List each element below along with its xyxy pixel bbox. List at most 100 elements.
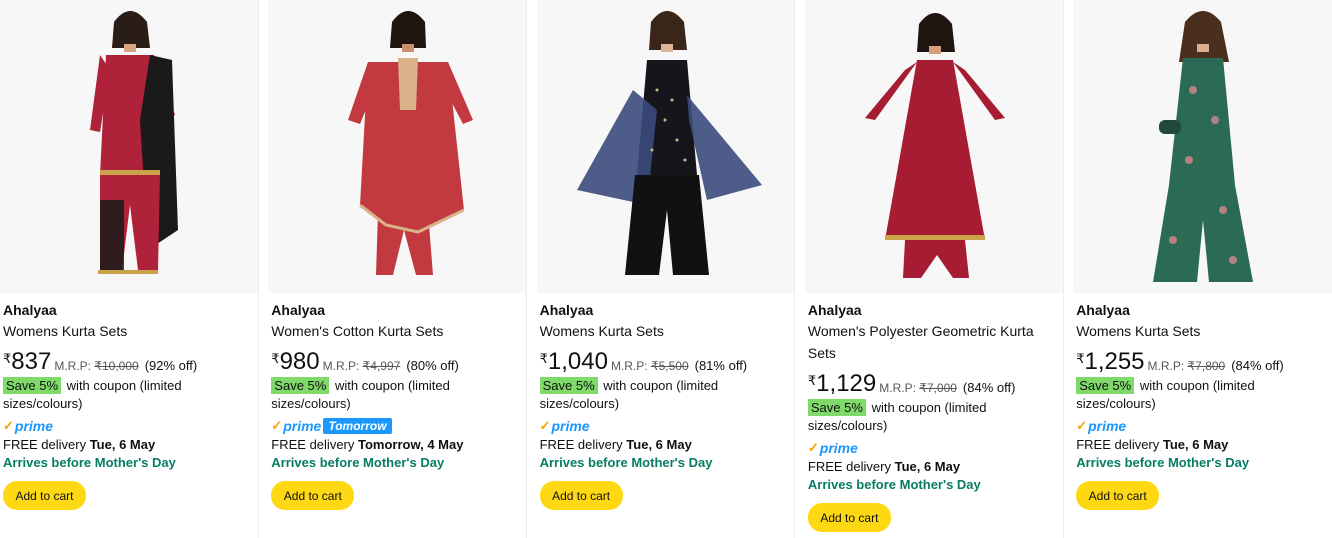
delivery-date: Tue, 6 May bbox=[1162, 437, 1229, 452]
add-to-cart-button[interactable]: Add to cart bbox=[1076, 481, 1160, 510]
product-image[interactable] bbox=[536, 0, 795, 293]
coupon-badge[interactable]: Save 5% bbox=[807, 399, 866, 416]
delivery-prefix: FREE delivery bbox=[807, 459, 891, 474]
mrp: M.R.P: ₹4,997 bbox=[323, 359, 401, 373]
mrp-label: M.R.P: bbox=[610, 359, 648, 373]
coupon-line: Save 5% with coupon (limited sizes/colou… bbox=[1076, 377, 1329, 413]
coupon-line: Save 5% with coupon (limited sizes/colou… bbox=[271, 377, 523, 413]
product-brand: Ahalyaa bbox=[1076, 302, 1130, 318]
coupon-badge[interactable]: Save 5% bbox=[539, 377, 598, 394]
price-block: ₹ 837 M.R.P: ₹10,000 (92% off) bbox=[3, 350, 255, 374]
product-card[interactable]: Ahalyaa Women's Polyester Geometric Kurt… bbox=[804, 0, 1064, 538]
delivery-line: FREE delivery Tue, 6 May bbox=[3, 436, 255, 454]
mrp-value: ₹4,997 bbox=[362, 359, 401, 373]
price-value: 837 bbox=[11, 348, 52, 375]
mrp-value: ₹10,000 bbox=[94, 359, 139, 373]
prime-line: ✓ prime bbox=[1076, 416, 1329, 436]
discount: (84% off) bbox=[962, 380, 1016, 395]
arrives-note: Arrives before Mother's Day bbox=[1076, 455, 1250, 470]
mrp: M.R.P: ₹10,000 bbox=[54, 359, 138, 373]
prime-badge: ✓ prime bbox=[808, 440, 858, 456]
mrp-value: ₹7,000 bbox=[919, 381, 957, 395]
coupon-badge[interactable]: Save 5% bbox=[3, 377, 62, 394]
coupon-badge[interactable]: Save 5% bbox=[1076, 377, 1135, 394]
price-block: ₹ 980 M.R.P: ₹4,997 (80% off) bbox=[271, 350, 523, 374]
product-title[interactable]: Womens Kurta Sets bbox=[540, 320, 792, 342]
arrives-note: Arrives before Mother's Day bbox=[3, 455, 176, 470]
prime-logo: prime bbox=[819, 440, 858, 456]
product-title[interactable]: Womens Kurta Sets bbox=[3, 320, 255, 342]
model-figure bbox=[864, 13, 1005, 278]
price-block: ₹ 1,255 M.R.P: ₹7,800 (84% off) bbox=[1076, 350, 1329, 374]
model-figure bbox=[576, 11, 762, 275]
delivery-prefix: FREE delivery bbox=[3, 437, 87, 452]
product-title[interactable]: Women's Cotton Kurta Sets bbox=[271, 320, 523, 342]
delivery-date: Tomorrow, 4 May bbox=[358, 437, 464, 452]
prime-badge: ✓ prime bbox=[1076, 418, 1126, 434]
prime-check-icon: ✓ bbox=[807, 440, 819, 455]
add-to-cart-button[interactable]: Add to cart bbox=[539, 481, 623, 510]
model-figure bbox=[90, 11, 178, 274]
prime-check-icon: ✓ bbox=[1076, 418, 1088, 433]
prime-line: ✓ prime bbox=[540, 416, 792, 436]
product-card[interactable]: Ahalyaa Womens Kurta Sets ₹ 1,255 M.R.P:… bbox=[1073, 0, 1332, 538]
mrp-label: M.R.P: bbox=[1147, 359, 1185, 373]
product-card[interactable]: Ahalyaa Womens Kurta Sets ₹ 837 M.R.P: ₹… bbox=[0, 0, 259, 538]
product-image[interactable] bbox=[268, 0, 527, 293]
product-card[interactable]: Ahalyaa Womens Kurta Sets ₹ 1,040 M.R.P:… bbox=[536, 0, 796, 538]
prime-logo: prime bbox=[283, 418, 322, 434]
mrp-label: M.R.P: bbox=[322, 359, 360, 373]
arrives-note: Arrives before Mother's Day bbox=[807, 477, 981, 492]
prime-tomorrow-tag: Tomorrow bbox=[323, 418, 392, 434]
coupon-line: Save 5% with coupon (limited sizes/colou… bbox=[807, 399, 1060, 435]
currency-symbol: ₹ bbox=[1076, 351, 1085, 366]
mrp: M.R.P: ₹7,800 bbox=[1148, 359, 1226, 373]
mrp: M.R.P: ₹5,500 bbox=[611, 359, 689, 373]
delivery-date: Tue, 6 May bbox=[89, 437, 156, 452]
price-value: 1,129 bbox=[816, 370, 877, 397]
prime-line: ✓ prime bbox=[808, 438, 1060, 458]
delivery-prefix: FREE delivery bbox=[539, 437, 623, 452]
arrives-note: Arrives before Mother's Day bbox=[539, 455, 713, 470]
arrives-note: Arrives before Mother's Day bbox=[271, 455, 445, 470]
delivery-date: Tue, 6 May bbox=[626, 437, 692, 452]
prime-line: ✓ prime bbox=[3, 416, 255, 436]
currency-symbol: ₹ bbox=[539, 351, 548, 366]
discount: (81% off) bbox=[694, 358, 748, 373]
prime-badge: ✓ prime bbox=[540, 418, 590, 434]
model-figure bbox=[348, 11, 474, 275]
product-brand: Ahalyaa bbox=[271, 302, 325, 318]
product-title[interactable]: Womens Kurta Sets bbox=[1076, 320, 1329, 342]
price-block: ₹ 1,129 M.R.P: ₹7,000 (84% off) bbox=[808, 372, 1060, 396]
price-block: ₹ 1,040 M.R.P: ₹5,500 (81% off) bbox=[540, 350, 792, 374]
add-to-cart-button[interactable]: Add to cart bbox=[271, 481, 355, 510]
coupon-badge[interactable]: Save 5% bbox=[271, 377, 330, 394]
product-image[interactable] bbox=[0, 0, 258, 293]
product-image[interactable] bbox=[804, 0, 1063, 293]
currency-symbol: ₹ bbox=[3, 351, 12, 366]
delivery-line: FREE delivery Tomorrow, 4 May bbox=[271, 436, 523, 454]
product-brand: Ahalyaa bbox=[539, 302, 594, 318]
delivery-prefix: FREE delivery bbox=[1076, 437, 1160, 452]
prime-check-icon: ✓ bbox=[3, 418, 14, 433]
prime-logo: prime bbox=[1088, 418, 1127, 434]
mrp-label: M.R.P: bbox=[879, 381, 916, 395]
discount: (84% off) bbox=[1231, 358, 1284, 373]
coupon-line: Save 5% with coupon (limited sizes/colou… bbox=[3, 377, 255, 413]
prime-logo: prime bbox=[14, 418, 54, 434]
discount: (80% off) bbox=[406, 358, 459, 373]
product-grid: Ahalyaa Womens Kurta Sets ₹ 837 M.R.P: ₹… bbox=[0, 0, 1332, 538]
price-value: 980 bbox=[279, 348, 320, 375]
mrp-value: ₹5,500 bbox=[650, 359, 689, 373]
currency-symbol: ₹ bbox=[271, 351, 280, 366]
delivery-prefix: FREE delivery bbox=[271, 437, 355, 452]
product-image[interactable] bbox=[1073, 0, 1332, 293]
add-to-cart-button[interactable]: Add to cart bbox=[3, 481, 86, 510]
prime-logo: prime bbox=[551, 418, 590, 434]
delivery-date: Tue, 6 May bbox=[894, 459, 961, 474]
product-card[interactable]: Ahalyaa Women's Cotton Kurta Sets ₹ 980 … bbox=[268, 0, 528, 538]
add-to-cart-button[interactable]: Add to cart bbox=[807, 503, 891, 532]
prime-badge: ✓ prime bbox=[3, 418, 53, 434]
prime-check-icon: ✓ bbox=[271, 418, 283, 433]
product-title[interactable]: Women's Polyester Geometric Kurta Sets bbox=[808, 320, 1060, 364]
